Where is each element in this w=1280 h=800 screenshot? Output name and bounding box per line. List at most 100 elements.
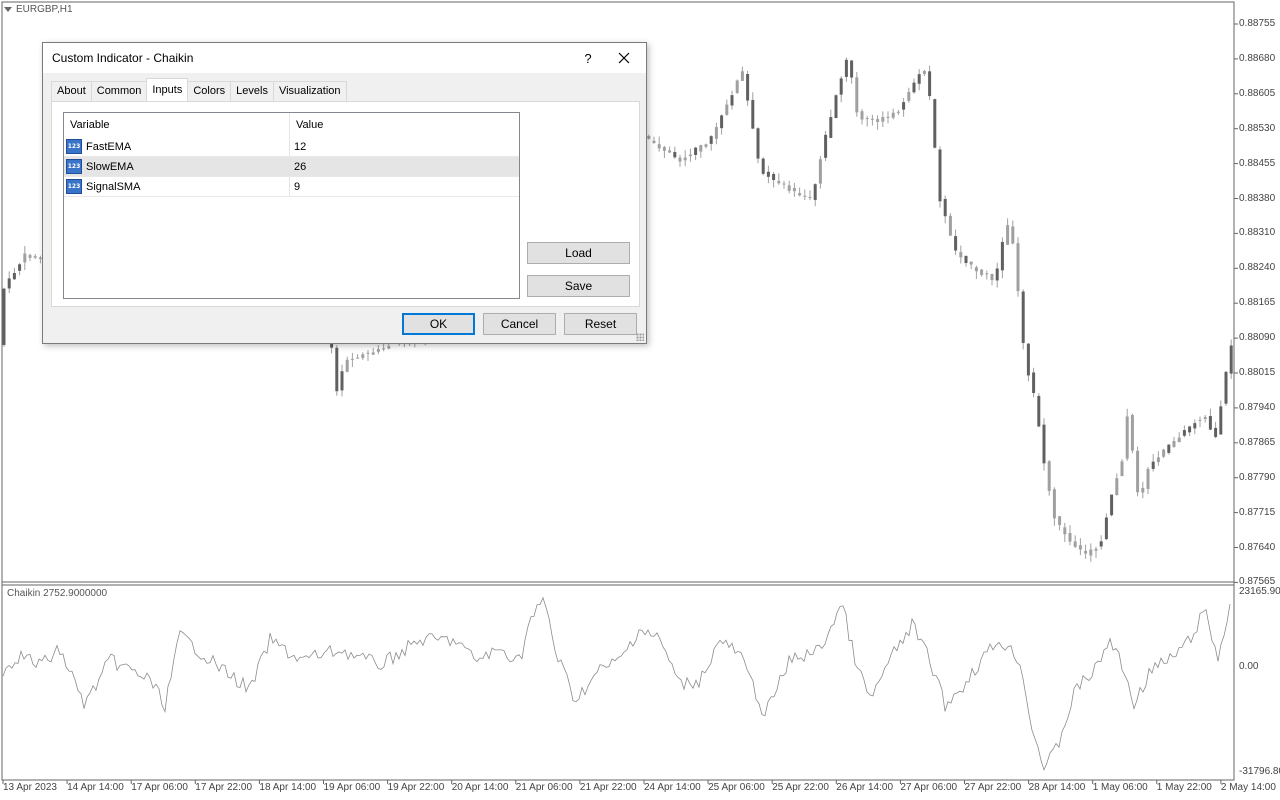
time-tick-label: 27 Apr 22:00	[964, 782, 1022, 793]
candle-body	[335, 347, 339, 392]
candle-body	[865, 118, 869, 120]
symbol-text: EURGBP,H1	[16, 4, 73, 15]
candle-body	[907, 92, 911, 101]
candle-body	[1141, 487, 1145, 493]
variable-value[interactable]: 26	[290, 157, 519, 176]
cancel-button[interactable]: Cancel	[483, 313, 556, 335]
candle-body	[1162, 449, 1166, 457]
close-button[interactable]	[609, 46, 639, 70]
candle-body	[1198, 419, 1202, 421]
candle-body	[912, 82, 916, 93]
table-row[interactable]: 123 FastEMA 12	[64, 137, 519, 157]
candle-body	[933, 99, 937, 148]
candle-body	[1094, 548, 1098, 551]
column-header-variable[interactable]: Variable	[64, 113, 290, 137]
candle-body	[980, 269, 984, 275]
inputs-grid[interactable]: Variable Value 123 FastEMA 12 123 SlowEMA …	[63, 112, 520, 299]
price-tick-label: 0.87640	[1239, 541, 1276, 553]
close-icon	[618, 52, 630, 64]
candle-body	[657, 144, 661, 149]
time-tick-label: 21 Apr 22:00	[579, 782, 637, 793]
candle-body	[1115, 478, 1119, 496]
candle-body	[33, 256, 37, 258]
candle-body	[1214, 427, 1218, 437]
candle-body	[751, 99, 755, 129]
candle-body	[1068, 533, 1072, 542]
column-header-value[interactable]: Value	[290, 113, 519, 137]
chevron-down-icon	[4, 7, 12, 12]
candle-body	[881, 117, 885, 122]
candle-body	[777, 180, 781, 184]
time-tick-label: 18 Apr 14:00	[259, 782, 317, 793]
resize-grip[interactable]	[636, 333, 644, 341]
candle-body	[1182, 430, 1186, 436]
save-button[interactable]: Save	[527, 275, 630, 297]
price-tick-label: 0.88455	[1239, 157, 1276, 169]
candle-body	[1219, 406, 1223, 435]
candle-body	[1078, 545, 1082, 550]
candle-body	[948, 215, 952, 236]
tab-levels[interactable]: Levels	[230, 81, 274, 101]
table-row[interactable]: 123 SlowEMA 26	[64, 157, 519, 177]
candle-body	[808, 196, 812, 198]
tab-about[interactable]: About	[51, 81, 92, 101]
custom-indicator-dialog: Custom Indicator - Chaikin ? About Commo…	[42, 42, 647, 344]
tab-bar: About Common Inputs Colors Levels Visual…	[51, 78, 347, 101]
candle-body	[699, 145, 703, 152]
dialog-title-bar[interactable]: Custom Indicator - Chaikin ?	[43, 43, 646, 73]
candle-body	[772, 173, 776, 180]
price-tick-label: 0.88755	[1239, 18, 1276, 29]
time-tick-label: 21 Apr 06:00	[515, 782, 573, 793]
candle-body	[683, 157, 687, 161]
candle-body	[694, 147, 698, 155]
candle-body	[1037, 395, 1041, 427]
candle-body	[818, 159, 822, 184]
tab-common[interactable]: Common	[90, 81, 148, 101]
tab-inputs[interactable]: Inputs	[146, 78, 189, 101]
candle-body	[662, 147, 666, 151]
chaikin-line	[2, 596, 1231, 772]
table-row[interactable]: 123 SignalSMA 9	[64, 177, 519, 197]
symbol-label[interactable]: EURGBP,H1	[4, 4, 73, 15]
candle-body	[813, 184, 817, 200]
candle-body	[1058, 516, 1062, 525]
candle-body	[709, 136, 713, 144]
price-tick-label: 0.88680	[1239, 52, 1276, 64]
candle-body	[974, 267, 978, 272]
numeric-param-icon: 123	[66, 139, 82, 154]
candle-body	[376, 349, 380, 352]
candle-body	[688, 154, 692, 157]
price-tick-label: 0.87715	[1239, 506, 1276, 518]
help-button[interactable]: ?	[573, 49, 603, 69]
candle-body	[1021, 291, 1025, 343]
variable-value[interactable]: 12	[290, 137, 519, 156]
candle-body	[839, 78, 843, 95]
tab-visualization[interactable]: Visualization	[272, 81, 347, 101]
variable-value[interactable]: 9	[290, 177, 519, 196]
candle-body	[1073, 541, 1077, 547]
variable-name: SignalSMA	[86, 180, 141, 193]
ok-button[interactable]: OK	[402, 313, 475, 335]
candle-body	[969, 261, 973, 265]
reset-button[interactable]: Reset	[564, 313, 637, 335]
candle-body	[740, 71, 744, 81]
candle-body	[1016, 243, 1020, 292]
indicator-label: Chaikin 2752.9000000	[7, 588, 108, 599]
candle-body	[954, 236, 958, 251]
indicator-tick-label: 23165.905	[1239, 586, 1280, 597]
candle-body	[855, 77, 859, 113]
candle-body	[1167, 444, 1171, 453]
candle-body	[943, 198, 947, 217]
candle-body	[345, 359, 349, 372]
time-tick-label: 25 Apr 06:00	[708, 782, 765, 793]
candle-body	[995, 268, 999, 281]
tab-colors[interactable]: Colors	[187, 81, 232, 101]
load-button[interactable]: Load	[527, 242, 630, 264]
indicator-tick-label: 0.00	[1239, 661, 1259, 672]
candle-body	[668, 150, 672, 153]
candle-body	[964, 255, 968, 263]
candle-body	[782, 183, 786, 185]
price-tick-label: 0.88090	[1239, 332, 1276, 344]
candle-body	[1151, 461, 1155, 469]
price-tick-label: 0.88530	[1239, 122, 1276, 134]
